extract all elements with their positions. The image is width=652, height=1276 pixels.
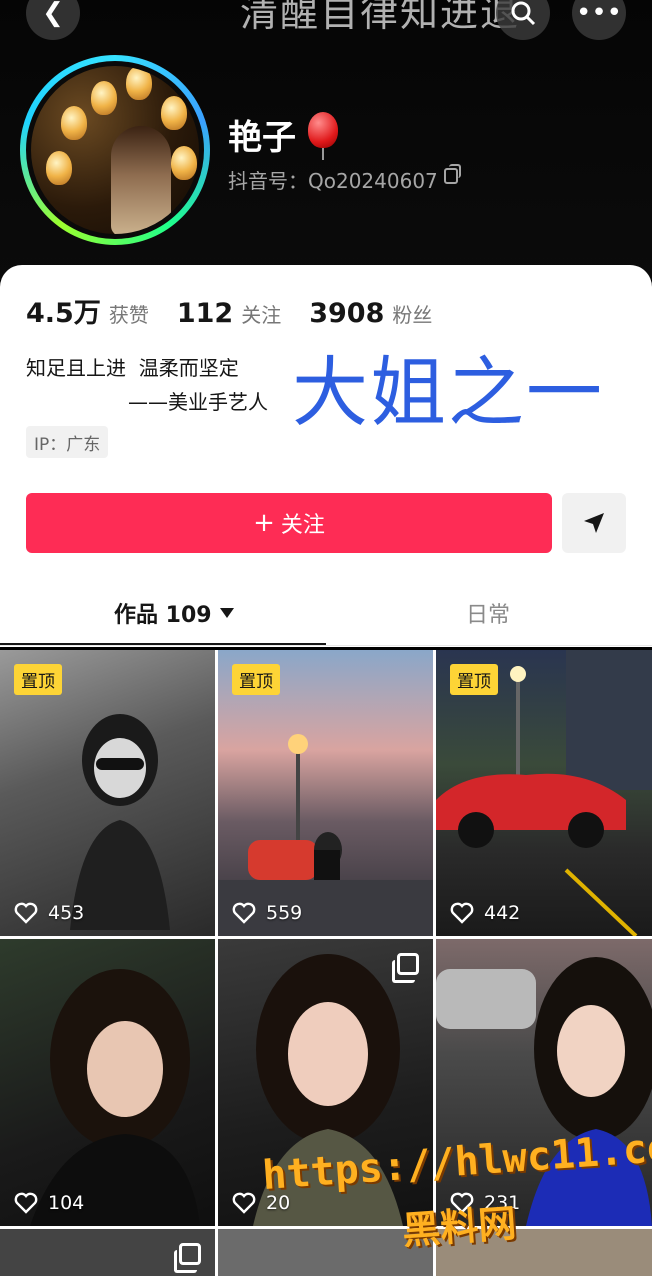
stat-following[interactable]: 112 关注 [177, 298, 281, 329]
tab-daily[interactable]: 日常 [466, 597, 510, 629]
video-tile[interactable]: 置顶 453 [0, 650, 215, 936]
tab-works-label: 作品 109 [114, 603, 212, 628]
profile-name: 艳子 [228, 118, 296, 158]
send-icon [584, 513, 604, 533]
tab-works[interactable]: 作品 109 [114, 597, 234, 629]
multi-image-icon [392, 953, 419, 983]
video-tile[interactable]: 置顶 442 [436, 650, 652, 936]
heart-icon [450, 902, 474, 924]
stats-row: 4.5万 获赞 112 关注 3908 粉丝 [26, 291, 460, 330]
tabs-divider [0, 645, 652, 646]
video-tile[interactable]: 置顶 559 [218, 650, 433, 936]
follow-label: 关注 [280, 513, 325, 538]
bio-line-1: 知足且上进 温柔而坚定 [26, 356, 239, 380]
video-tile[interactable]: 104 [0, 939, 215, 1226]
likes-value: 104 [48, 1192, 85, 1214]
bio-line-2: ——美业手艺人 [128, 390, 268, 414]
profile-card: 4.5万 获赞 112 关注 3908 粉丝 知足且上进 温柔而坚定 ——美业手… [0, 265, 652, 647]
more-button[interactable]: ••• [572, 0, 626, 40]
stat-value: 3908 [309, 298, 385, 329]
stat-value: 112 [176, 298, 234, 329]
stat-followers[interactable]: 3908 粉丝 [309, 298, 432, 329]
share-button[interactable] [562, 493, 626, 553]
likes-count: 442 [450, 902, 520, 924]
search-icon [511, 1, 536, 26]
avatar-image [26, 61, 204, 239]
video-tile[interactable] [218, 1229, 433, 1276]
pinned-badge: 置顶 [14, 664, 62, 695]
stat-label: 获赞 [108, 303, 149, 327]
pinned-badge: 置顶 [450, 664, 498, 695]
watermark-name: 黑料网 [400, 1201, 518, 1253]
overlay-annotation: 大姐之一 [292, 348, 604, 437]
more-icon: ••• [575, 0, 622, 28]
stat-likes[interactable]: 4.5万 获赞 [26, 291, 149, 330]
multi-image-icon [174, 1243, 201, 1273]
heart-icon [14, 902, 38, 924]
likes-value: 559 [266, 902, 303, 924]
back-button[interactable]: ❮ [26, 0, 80, 40]
stat-value: 4.5万 [26, 298, 101, 329]
heart-icon [232, 1192, 256, 1214]
copy-icon[interactable] [444, 164, 461, 184]
likes-count: 453 [14, 902, 84, 924]
heart-icon [14, 1192, 38, 1214]
ip-location-tag: IP：广东 [26, 426, 109, 458]
pinned-badge: 置顶 [232, 664, 280, 695]
video-tile[interactable] [0, 1229, 215, 1276]
stat-label: 粉丝 [392, 303, 433, 327]
douyin-id: 抖音号：Qo20240607 [228, 169, 438, 193]
heart-icon [232, 902, 256, 924]
profile-header: 清醒自律知进退 ❮ ••• 艳子 抖音号：Qo20240607 [0, 0, 652, 280]
caret-down-icon [219, 608, 234, 618]
likes-count: 559 [232, 902, 302, 924]
follow-button[interactable]: + 关注 [26, 493, 552, 553]
header-title: 清醒自律知进退 [240, 0, 521, 35]
chevron-left-icon: ❮ [42, 0, 64, 28]
balloon-icon [308, 112, 338, 160]
likes-value: 453 [48, 902, 85, 924]
tab-daily-label: 日常 [466, 603, 511, 628]
stat-label: 关注 [241, 303, 282, 327]
plus-icon: + [253, 508, 275, 538]
avatar[interactable] [20, 55, 210, 245]
likes-count: 104 [14, 1192, 84, 1214]
likes-value: 442 [484, 902, 521, 924]
